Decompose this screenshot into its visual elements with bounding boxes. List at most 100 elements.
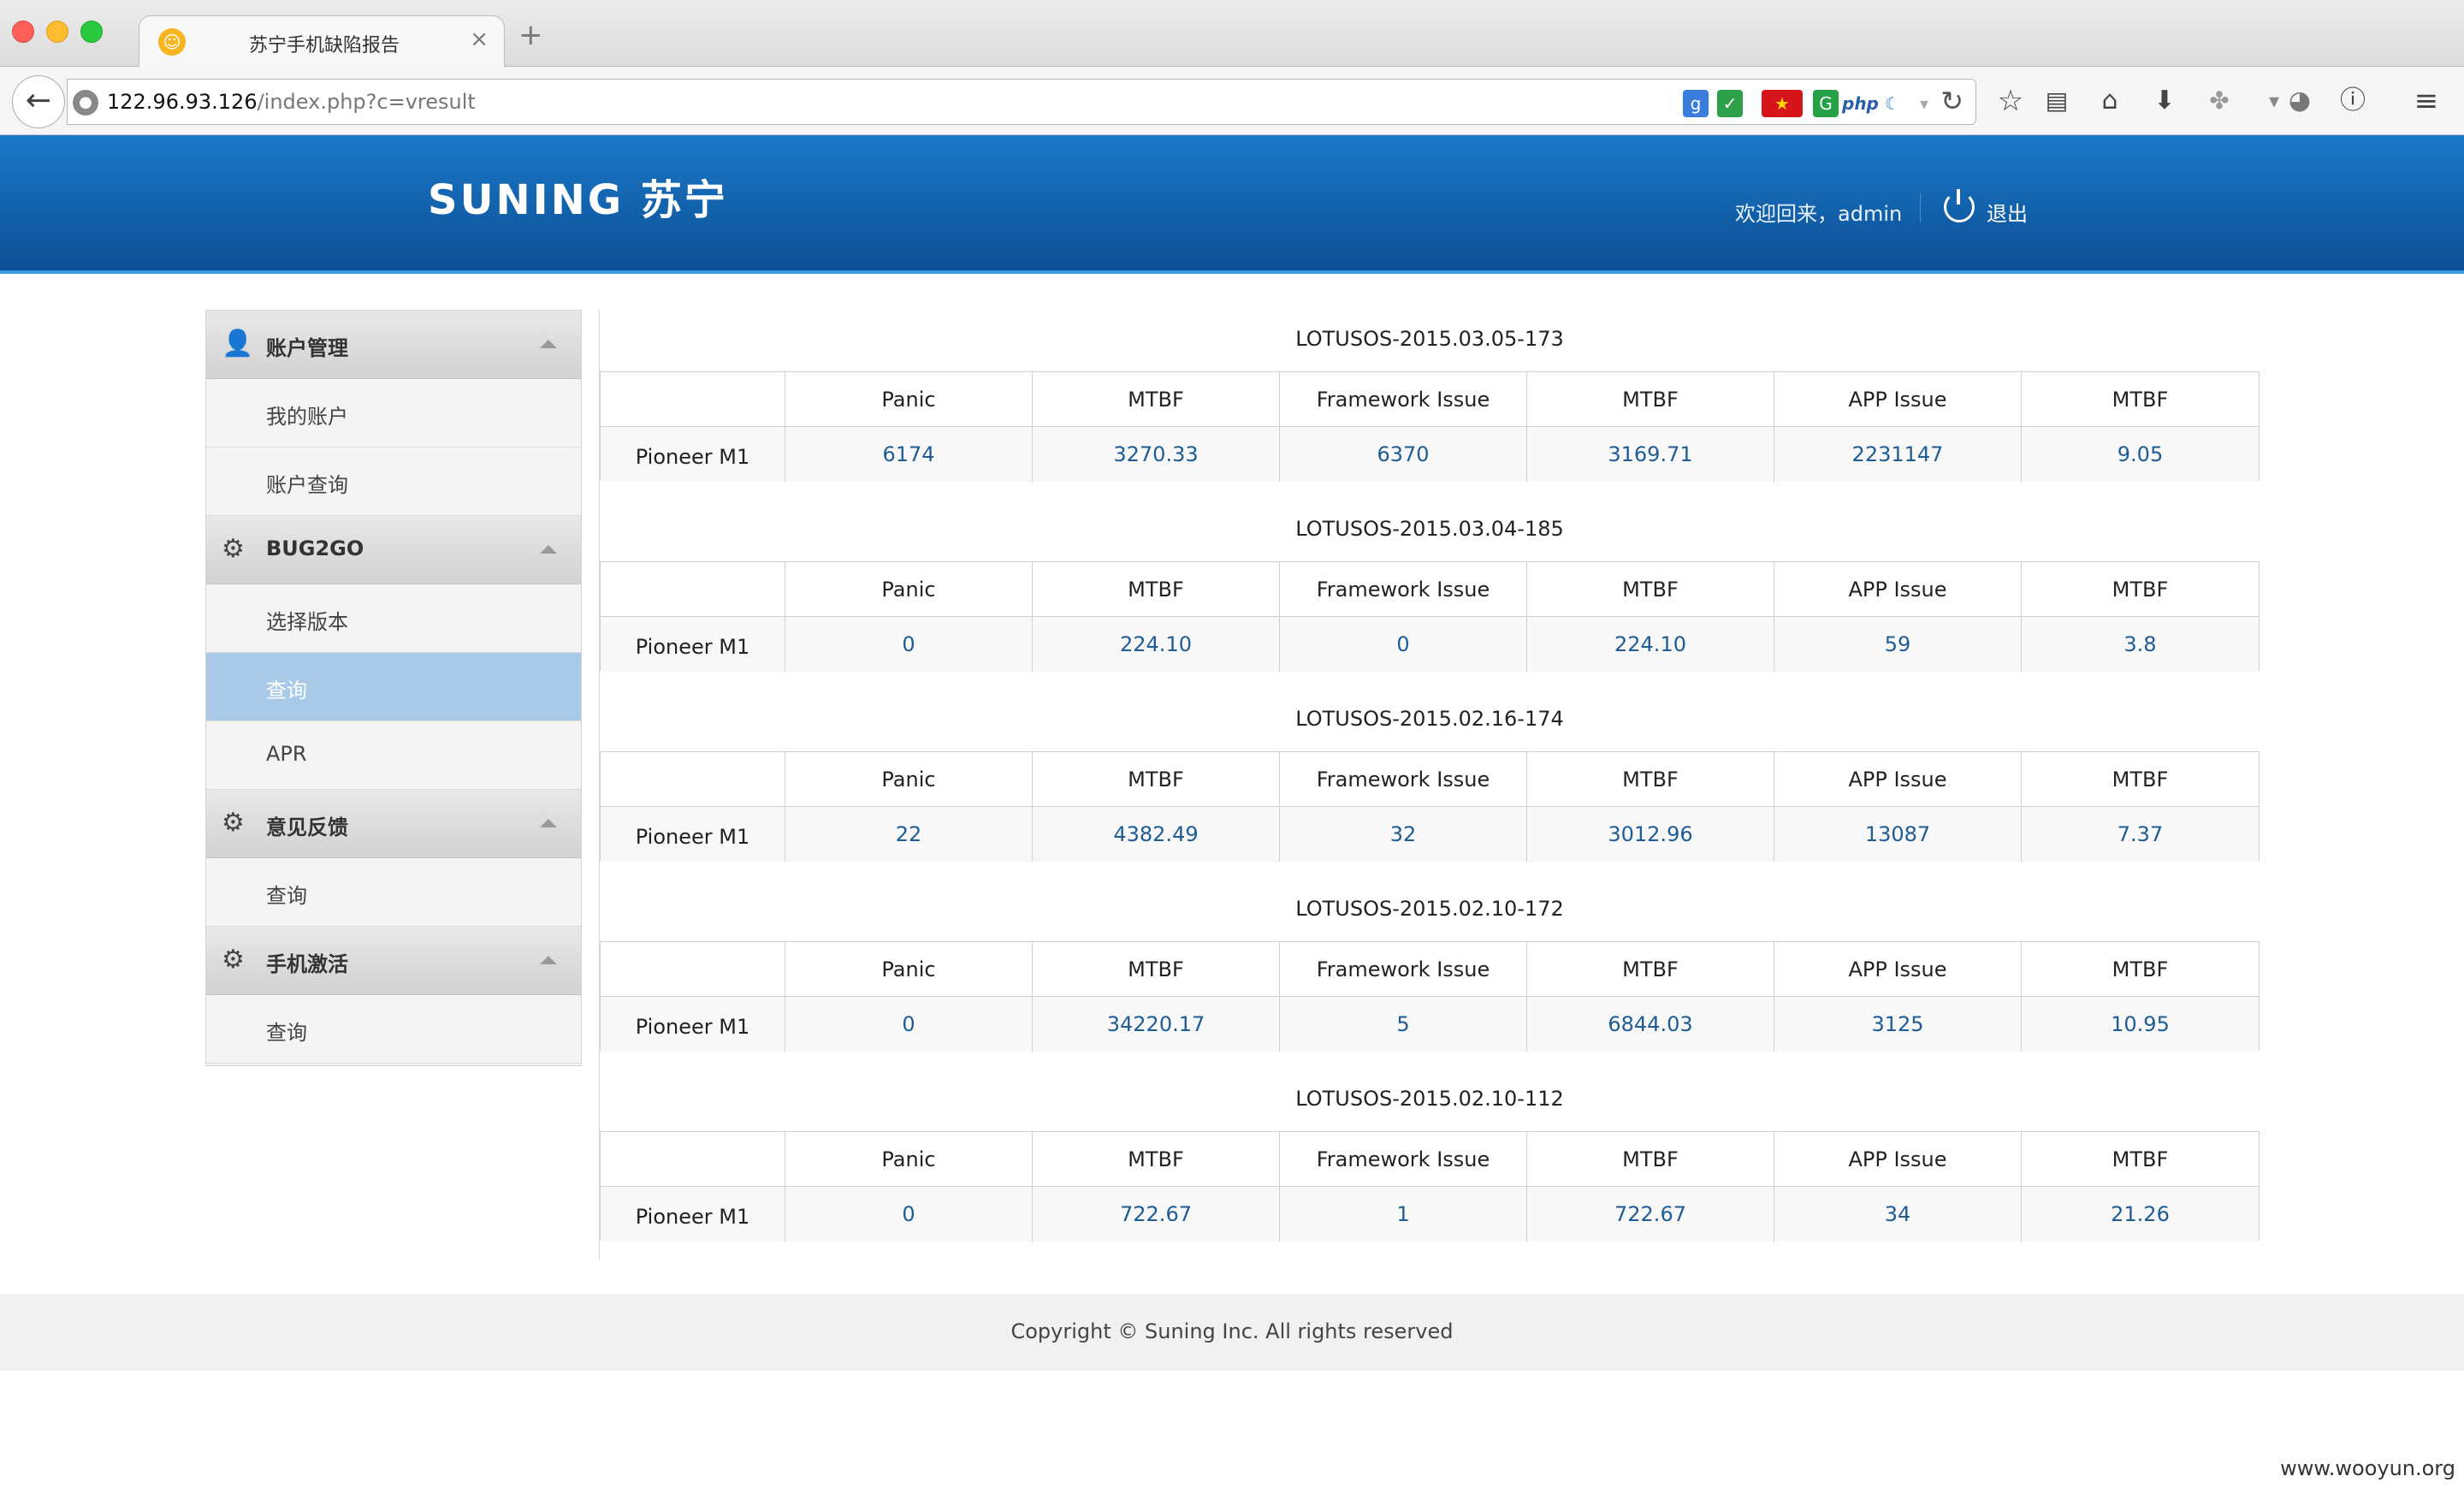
download-icon[interactable]: ⬇ xyxy=(2144,82,2185,120)
copyright-text: Copyright © Suning Inc. All rights reser… xyxy=(1010,1319,1454,1343)
column-header: Framework Issue xyxy=(1280,372,1527,427)
bookmark-star-icon[interactable]: ☆ xyxy=(1990,82,2031,120)
sidebar-item-select-version[interactable]: 选择版本 xyxy=(206,584,581,653)
report-version-title: LOTUSOS-2015.03.05-173 xyxy=(1295,327,1564,351)
moon-extension-icon[interactable]: ☾ xyxy=(1880,90,1905,117)
close-window-button[interactable] xyxy=(12,21,34,43)
site-header: SUNING 苏宁 欢迎回来，admin 退出 xyxy=(0,135,2464,274)
browser-tab-bar: ☺ 苏宁手机缺陷报告 × + xyxy=(0,0,2464,68)
metric-value-cell: 22 xyxy=(785,807,1033,862)
browser-nav-bar: ← ● 122.96.93.126/index.php?c=vresult g … xyxy=(0,67,2464,135)
sidebar-group-label: BUG2GO xyxy=(266,537,364,560)
metric-value-cell: 3125 xyxy=(1774,997,2022,1052)
address-bar[interactable]: ● 122.96.93.126/index.php?c=vresult g ✓ … xyxy=(67,79,1976,125)
suning-favicon-icon: ☺ xyxy=(158,28,186,56)
metric-value-cell: 34 xyxy=(1774,1187,2022,1242)
reader-icon[interactable]: ▤ xyxy=(2036,82,2077,120)
report-table: Panic MTBF Framework Issue MTBF APP Issue MTB… xyxy=(600,751,2260,862)
column-header xyxy=(601,1132,785,1187)
power-icon[interactable] xyxy=(1944,189,1975,222)
sidebar-item-activation-query[interactable]: 查询 xyxy=(206,995,581,1064)
metric-value-cell: 2231147 xyxy=(1774,427,2022,482)
column-header: APP Issue xyxy=(1774,752,2022,807)
minimize-window-button[interactable] xyxy=(46,21,68,43)
welcome-text: 欢迎回来，admin xyxy=(1735,202,1903,226)
sidebar-group-activation[interactable]: ⚙ 手机激活 xyxy=(206,927,581,995)
suning-logo[interactable]: SUNING 苏宁 xyxy=(428,166,728,226)
column-header: Panic xyxy=(785,752,1033,807)
url-host: 122.96.93.126 xyxy=(107,90,258,114)
table-row: Pioneer M1 0 224.10 0 224.10 59 3.8 xyxy=(601,617,2259,672)
sidebar-item-feedback-query[interactable]: 查询 xyxy=(206,858,581,927)
new-tab-button[interactable]: + xyxy=(518,21,543,50)
php-extension-icon[interactable]: php xyxy=(1842,90,1879,117)
zoom-window-button[interactable] xyxy=(80,21,103,43)
collapse-arrow-icon[interactable] xyxy=(540,956,557,964)
report-block: LOTUSOS-2015.02.10-112 Panic MTBF Framework… xyxy=(599,1070,2260,1260)
column-header: MTBF xyxy=(2112,768,2169,791)
table-header-row: Panic MTBF Framework Issue MTBF APP Issue MTB… xyxy=(601,372,2259,427)
google-translate-icon[interactable]: g xyxy=(1683,90,1709,117)
sidebar-item-label: 我的账户 xyxy=(266,405,348,429)
collapse-arrow-icon[interactable] xyxy=(540,819,557,827)
table-row: Pioneer M1 0 722.67 1 722.67 34 21.26 xyxy=(601,1187,2259,1242)
sidebar-group-label: 账户管理 xyxy=(266,336,348,360)
column-header: MTBF xyxy=(1033,1132,1280,1187)
sidebar-group-feedback[interactable]: ⚙ 意见反馈 xyxy=(206,790,581,858)
column-header: MTBF xyxy=(1527,752,1774,807)
menu-icon[interactable]: ≡ xyxy=(2406,82,2447,120)
sidebar-group-account[interactable]: 👤 账户管理 xyxy=(206,311,581,379)
report-block: LOTUSOS-2015.02.16-174 Panic MTBF Framework… xyxy=(599,690,2260,880)
logout-link[interactable]: 退出 xyxy=(1987,197,2028,227)
device-name-cell: Pioneer M1 xyxy=(601,427,785,482)
globe-icon[interactable]: ◕ xyxy=(2279,82,2320,120)
column-header: APP Issue xyxy=(1774,562,2022,617)
column-header: MTBF xyxy=(2112,957,2169,981)
column-header xyxy=(601,942,785,997)
column-header: Panic xyxy=(785,562,1033,617)
column-header: Framework Issue xyxy=(1280,942,1527,997)
device-name-cell: Pioneer M1 xyxy=(601,617,785,672)
addon-icon[interactable]: ✤ xyxy=(2199,82,2240,120)
metric-value-cell: 7.37 xyxy=(2117,822,2164,846)
sidebar-item-label: 查询 xyxy=(266,679,307,703)
metric-value-cell: 224.10 xyxy=(1033,617,1280,672)
reload-icon[interactable]: ↻ xyxy=(1940,85,1964,117)
column-header: MTBF xyxy=(1033,942,1280,997)
dropdown-arrow-icon[interactable]: ▾ xyxy=(1912,90,1936,117)
metric-value-cell: 722.67 xyxy=(1527,1187,1774,1242)
collapse-arrow-icon[interactable] xyxy=(540,340,557,348)
shield-icon[interactable]: ✓ xyxy=(1717,90,1743,117)
url-text[interactable]: 122.96.93.126/index.php?c=vresult xyxy=(107,90,476,114)
sidebar-group-bug2go[interactable]: ⚙ BUG2GO xyxy=(206,516,581,584)
report-block: LOTUSOS-2015.03.04-185 Panic MTBF Framework… xyxy=(599,500,2260,690)
sidebar-item-account-query[interactable]: 账户查询 xyxy=(206,448,581,516)
info-icon[interactable]: ⓘ xyxy=(2332,82,2373,120)
metric-value-cell: 1 xyxy=(1280,1187,1527,1242)
tab-close-icon[interactable]: × xyxy=(470,27,489,52)
sidebar-item-bug2go-query[interactable]: 查询 xyxy=(206,653,581,721)
report-table: Panic MTBF Framework Issue MTBF APP Issue MTB… xyxy=(600,371,2260,482)
url-path: /index.php?c=vresult xyxy=(257,90,476,114)
sidebar-item-apr[interactable]: APR xyxy=(206,721,581,790)
column-header xyxy=(601,372,785,427)
report-version-title: LOTUSOS-2015.02.16-174 xyxy=(1295,707,1564,731)
device-name-cell: Pioneer M1 xyxy=(601,997,785,1052)
site-identity-icon[interactable]: ● xyxy=(73,90,98,116)
report-list: LOTUSOS-2015.03.05-173 Panic MTBF Framework… xyxy=(599,310,2260,1260)
metric-value-cell: 722.67 xyxy=(1033,1187,1280,1242)
table-row: Pioneer M1 0 34220.17 5 6844.03 3125 10.95 xyxy=(601,997,2259,1052)
sidebar-item-label: 选择版本 xyxy=(266,610,348,634)
home-icon[interactable]: ⌂ xyxy=(2089,82,2130,120)
sidebar-item-my-account[interactable]: 我的账户 xyxy=(206,379,581,448)
g-extension-icon[interactable]: G xyxy=(1813,90,1839,117)
metric-value-cell: 9.05 xyxy=(2117,442,2164,466)
header-divider xyxy=(1920,193,1921,222)
collapse-arrow-icon[interactable] xyxy=(540,545,557,554)
back-button[interactable]: ← xyxy=(12,75,65,128)
metric-value-cell: 10.95 xyxy=(2111,1012,2170,1036)
metric-value-cell: 13087 xyxy=(1774,807,2022,862)
column-header: MTBF xyxy=(1033,372,1280,427)
china-flag-icon[interactable]: ★ xyxy=(1762,90,1803,117)
browser-tab[interactable]: ☺ 苏宁手机缺陷报告 × xyxy=(139,15,505,68)
